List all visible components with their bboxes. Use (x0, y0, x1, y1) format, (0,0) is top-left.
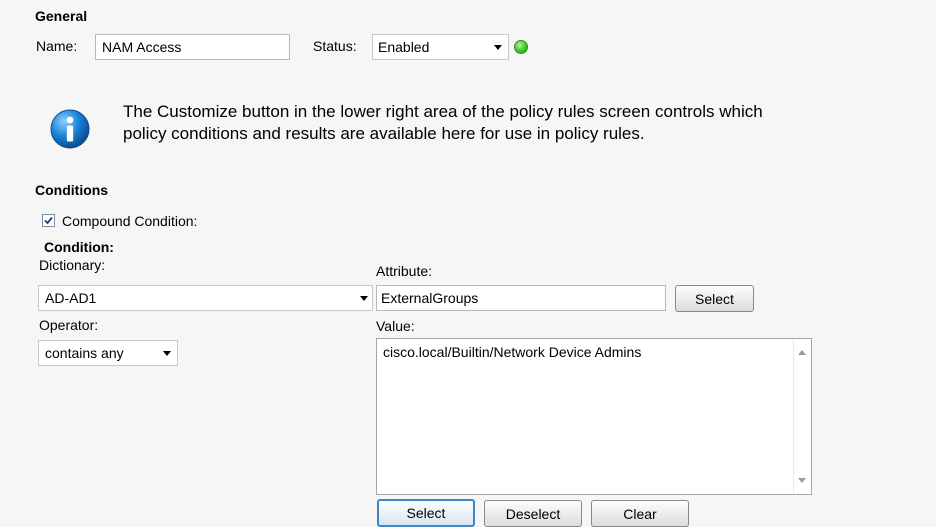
name-label: Name: (36, 38, 78, 54)
value-deselect-button[interactable]: Deselect (484, 500, 582, 527)
value-label: Value: (376, 318, 415, 334)
status-indicator-icon (515, 41, 527, 53)
info-message-line1: The Customize button in the lower right … (123, 102, 763, 121)
operator-label: Operator: (39, 317, 99, 333)
operator-select[interactable]: contains any (38, 340, 178, 366)
dictionary-label: Dictionary: (39, 257, 106, 273)
status-select-value: Enabled (378, 39, 430, 55)
name-input[interactable]: NAM Access (95, 34, 290, 60)
value-select-button[interactable]: Select (377, 499, 475, 527)
value-scrollbar[interactable] (793, 339, 811, 494)
info-message: The Customize button in the lower right … (123, 101, 763, 145)
checkmark-icon (44, 216, 53, 225)
compound-condition-label: Compound Condition: (62, 213, 198, 229)
conditions-heading: Conditions (35, 182, 109, 198)
condition-heading: Condition: (44, 239, 114, 255)
info-icon (50, 109, 90, 149)
attribute-label: Attribute: (376, 263, 433, 279)
value-listbox[interactable]: cisco.local/Builtin/Network Device Admin… (376, 338, 812, 495)
scroll-down-icon[interactable] (798, 478, 806, 483)
operator-select-value: contains any (45, 345, 124, 361)
value-clear-button[interactable]: Clear (591, 500, 689, 527)
general-heading: General (35, 8, 88, 24)
dictionary-select[interactable]: AD-AD1 (38, 285, 373, 311)
status-select[interactable]: Enabled (372, 34, 509, 60)
value-list-item[interactable]: cisco.local/Builtin/Network Device Admin… (377, 339, 811, 365)
info-message-line2: policy conditions and results are availa… (123, 124, 645, 143)
compound-condition-checkbox[interactable] (42, 214, 55, 227)
attribute-input[interactable]: ExternalGroups (376, 285, 666, 311)
chevron-down-icon (163, 350, 171, 356)
attribute-select-button[interactable]: Select (675, 285, 754, 312)
status-label: Status: (313, 38, 357, 54)
scroll-up-icon[interactable] (798, 350, 806, 355)
chevron-down-icon (494, 44, 502, 50)
chevron-down-icon (360, 295, 368, 301)
dictionary-select-value: AD-AD1 (45, 290, 97, 306)
